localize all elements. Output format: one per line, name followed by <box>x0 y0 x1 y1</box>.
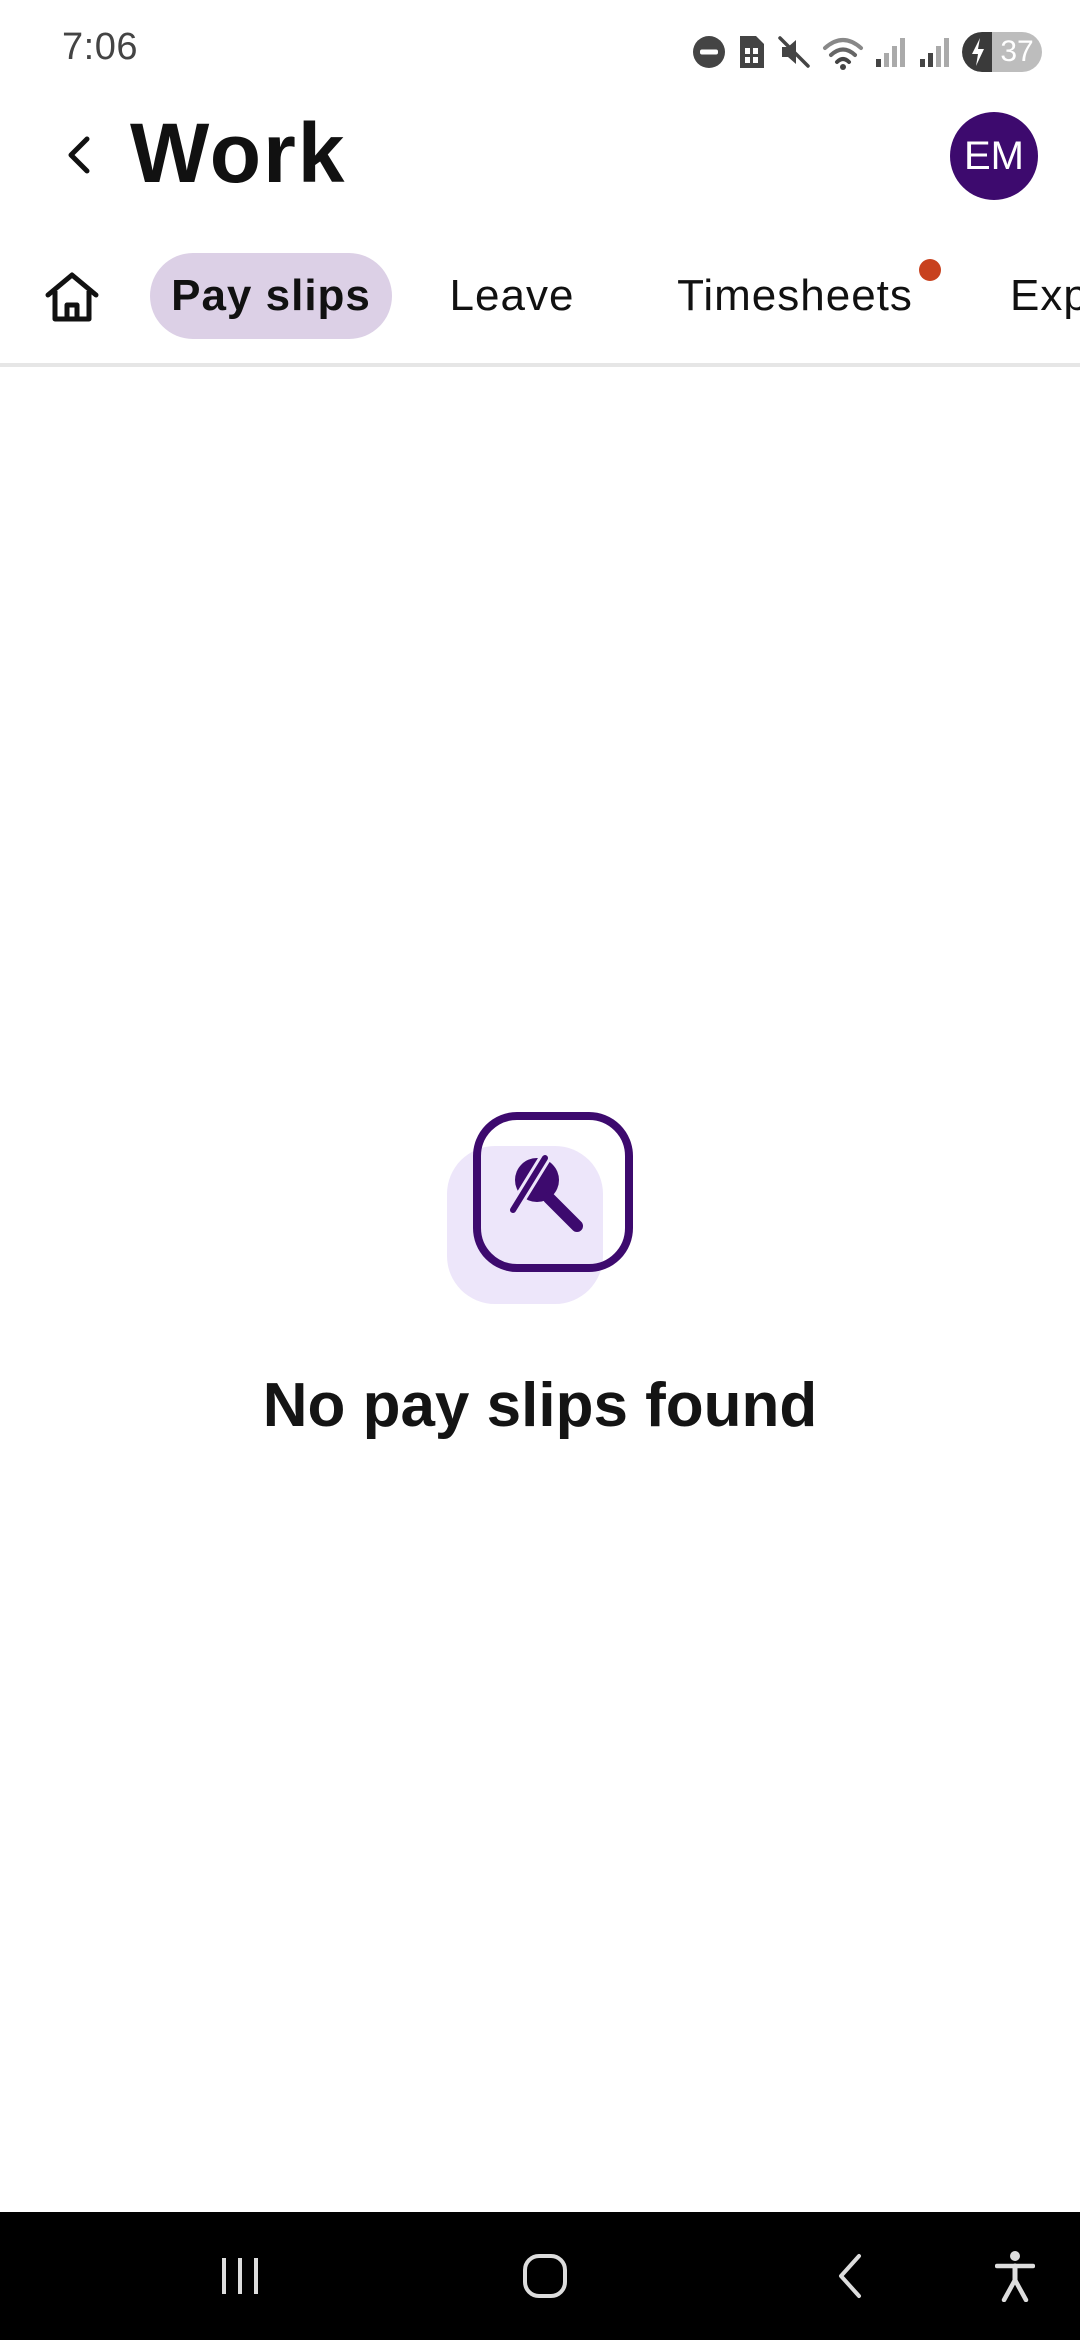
recents-icon <box>222 2258 258 2294</box>
signal-icon <box>920 38 949 67</box>
wifi-icon <box>823 38 863 70</box>
empty-state-message: No pay slips found <box>262 1371 818 1440</box>
signal-icon <box>876 38 905 67</box>
dnd-icon <box>693 36 725 68</box>
tab-expenses[interactable]: Exp <box>1000 253 1080 339</box>
accessibility-icon <box>995 2251 1035 2302</box>
screen: 7:06 37 Work EM Pay slips Leave Timeshee… <box>0 0 1080 2340</box>
battery-level: 37 <box>1000 35 1034 68</box>
system-nav-bar <box>0 2212 1080 2340</box>
back-icon <box>839 2254 861 2298</box>
accessibility-button[interactable] <box>975 2212 1055 2340</box>
battery-charging-icon: 37 <box>962 32 1042 72</box>
tab-pay-slips[interactable]: Pay slips <box>150 253 392 339</box>
tab-timesheets[interactable]: Timesheets <box>650 253 940 339</box>
home-icon <box>45 272 99 322</box>
sim-icon <box>740 36 764 68</box>
mute-icon <box>778 36 810 68</box>
back-button[interactable] <box>50 122 110 188</box>
status-bar: 7:06 37 <box>0 0 1080 100</box>
app-header: Work EM <box>0 100 1080 210</box>
page-title: Work <box>130 106 347 200</box>
status-time: 7:06 <box>62 26 138 68</box>
back-nav-button[interactable] <box>810 2212 890 2340</box>
search-off-icon <box>447 1112 633 1304</box>
status-icons: 37 <box>692 30 1042 74</box>
tab-leave[interactable]: Leave <box>430 253 594 339</box>
avatar[interactable]: EM <box>950 112 1038 200</box>
chevron-left-icon <box>68 136 90 174</box>
home-nav-icon <box>523 2254 567 2298</box>
notification-dot <box>919 259 941 281</box>
tab-home[interactable] <box>40 265 104 329</box>
home-button[interactable] <box>500 2212 590 2340</box>
tab-bar: Pay slips Leave Timesheets Exp <box>0 235 1080 367</box>
recents-button[interactable] <box>200 2212 280 2340</box>
